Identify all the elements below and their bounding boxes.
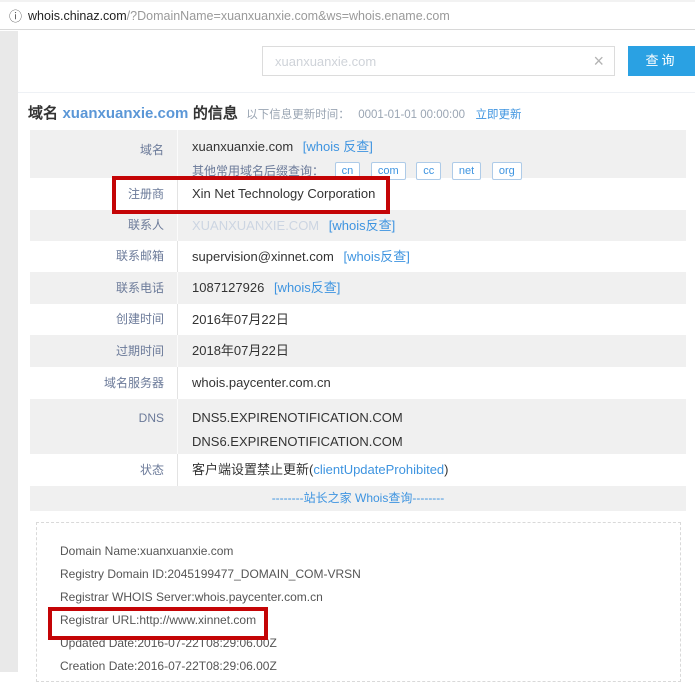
table-row-contact: 联系人 XUANXUANXIE.COM [whois反查] [30, 210, 686, 241]
raw-line-updated-date: Updated Date:2016-07-22T08:29:06.00Z [60, 632, 680, 655]
row-label: DNS [30, 399, 178, 454]
row-label: 创建时间 [30, 304, 178, 335]
url-path: /?DomainName=xuanxuanxie.com&ws=whois.en… [127, 9, 450, 23]
table-row-whois-server: 域名服务器 whois.paycenter.com.cn [30, 367, 686, 399]
page-title: 域名 xuanxuanxie.com 的信息 以下信息更新时间： 0001-01… [28, 102, 521, 123]
status-prefix: 客户端设置禁止更新( [192, 462, 313, 477]
query-button[interactable]: 查询 [628, 46, 695, 76]
whois-reverse-link[interactable]: [whois反查] [274, 280, 340, 295]
whois-reverse-link[interactable]: [whois反查] [329, 218, 395, 233]
update-time-label: 以下信息更新时间： [246, 109, 350, 121]
raw-line-domain-name: Domain Name:xuanxuanxie.com [60, 540, 680, 563]
row-label: 联系人 [30, 210, 178, 241]
refresh-now-link[interactable]: 立即更新 [475, 109, 521, 121]
row-label: 联系邮箱 [30, 241, 178, 272]
expired-value: 2018年07月22日 [178, 335, 686, 367]
table-row-created: 创建时间 2016年07月22日 [30, 304, 686, 335]
whois-reverse-link[interactable]: [whois 反查] [303, 139, 373, 154]
raw-line-creation-date: Creation Date:2016-07-22T08:29:06.00Z [60, 655, 680, 678]
page-left-margin [0, 31, 18, 672]
title-prefix: 域名 [28, 105, 58, 122]
raw-whois-box: Domain Name:xuanxuanxie.com Registry Dom… [36, 522, 681, 682]
whois-source-text: --------站长之家 Whois查询-------- [272, 491, 445, 505]
table-row-expired: 过期时间 2018年07月22日 [30, 335, 686, 367]
dns-value-2: DNS6.EXPIRENOTIFICATION.COM [192, 430, 686, 454]
domain-search-box: × [262, 46, 615, 76]
table-row-email: 联系邮箱 supervision@xinnet.com [whois反查] [30, 241, 686, 272]
info-icon: ⓘ [9, 6, 22, 25]
raw-line-whois-server: Registrar WHOIS Server:whois.paycenter.c… [60, 586, 680, 609]
table-row-domain: 域名 xuanxuanxie.com [whois 反查] 其他常用域名后缀查询… [30, 130, 686, 178]
whois-info-table: 域名 xuanxuanxie.com [whois 反查] 其他常用域名后缀查询… [30, 130, 686, 511]
title-domain: xuanxuanxie.com [62, 105, 188, 122]
row-label: 过期时间 [30, 335, 178, 367]
domain-value-line: xuanxuanxie.com [whois 反查] [192, 135, 686, 159]
dns-value-1: DNS5.EXPIRENOTIFICATION.COM [192, 406, 686, 430]
row-label: 联系电话 [30, 272, 178, 304]
raw-line-registry-id: Registry Domain ID:2045199477_DOMAIN_COM… [60, 563, 680, 586]
title-suffix: 的信息 [193, 105, 238, 122]
whois-server-value: whois.paycenter.com.cn [178, 367, 686, 399]
domain-value: xuanxuanxie.com [192, 139, 293, 154]
domain-search-input[interactable] [263, 47, 583, 75]
table-row-registrar: 注册商 Xin Net Technology Corporation [30, 178, 686, 210]
url-host: whois.chinaz.com [28, 9, 127, 23]
suffix-query-label: 其他常用域名后缀查询： [192, 164, 324, 178]
whois-source-divider: --------站长之家 Whois查询-------- [30, 486, 686, 511]
email-value: supervision@xinnet.com [192, 249, 334, 264]
row-label: 域名服务器 [30, 367, 178, 399]
row-label: 状态 [30, 454, 178, 486]
update-time-value: 0001-01-01 00:00:00 [358, 109, 465, 121]
browser-address-bar[interactable]: ⓘ whois.chinaz.com/?DomainName=xuanxuanx… [0, 0, 695, 30]
clear-icon[interactable]: × [583, 52, 614, 70]
status-link[interactable]: clientUpdateProhibited [313, 462, 444, 477]
row-label: 注册商 [30, 178, 178, 210]
row-label: 域名 [30, 130, 178, 178]
status-suffix: ) [444, 462, 448, 477]
section-divider [18, 92, 695, 93]
created-value: 2016年07月22日 [178, 304, 686, 335]
whois-reverse-link[interactable]: [whois反查] [343, 249, 409, 264]
raw-line-registrar-url: Registrar URL:http://www.xinnet.com [60, 609, 680, 632]
table-row-dns: DNS DNS5.EXPIRENOTIFICATION.COM DNS6.EXP… [30, 399, 686, 454]
registrar-value: Xin Net Technology Corporation [178, 178, 686, 210]
table-row-status: 状态 客户端设置禁止更新(clientUpdateProhibited) [30, 454, 686, 486]
contact-value: XUANXUANXIE.COM [192, 218, 319, 233]
phone-value: 1087127926 [192, 280, 264, 295]
table-row-phone: 联系电话 1087127926 [whois反查] [30, 272, 686, 304]
